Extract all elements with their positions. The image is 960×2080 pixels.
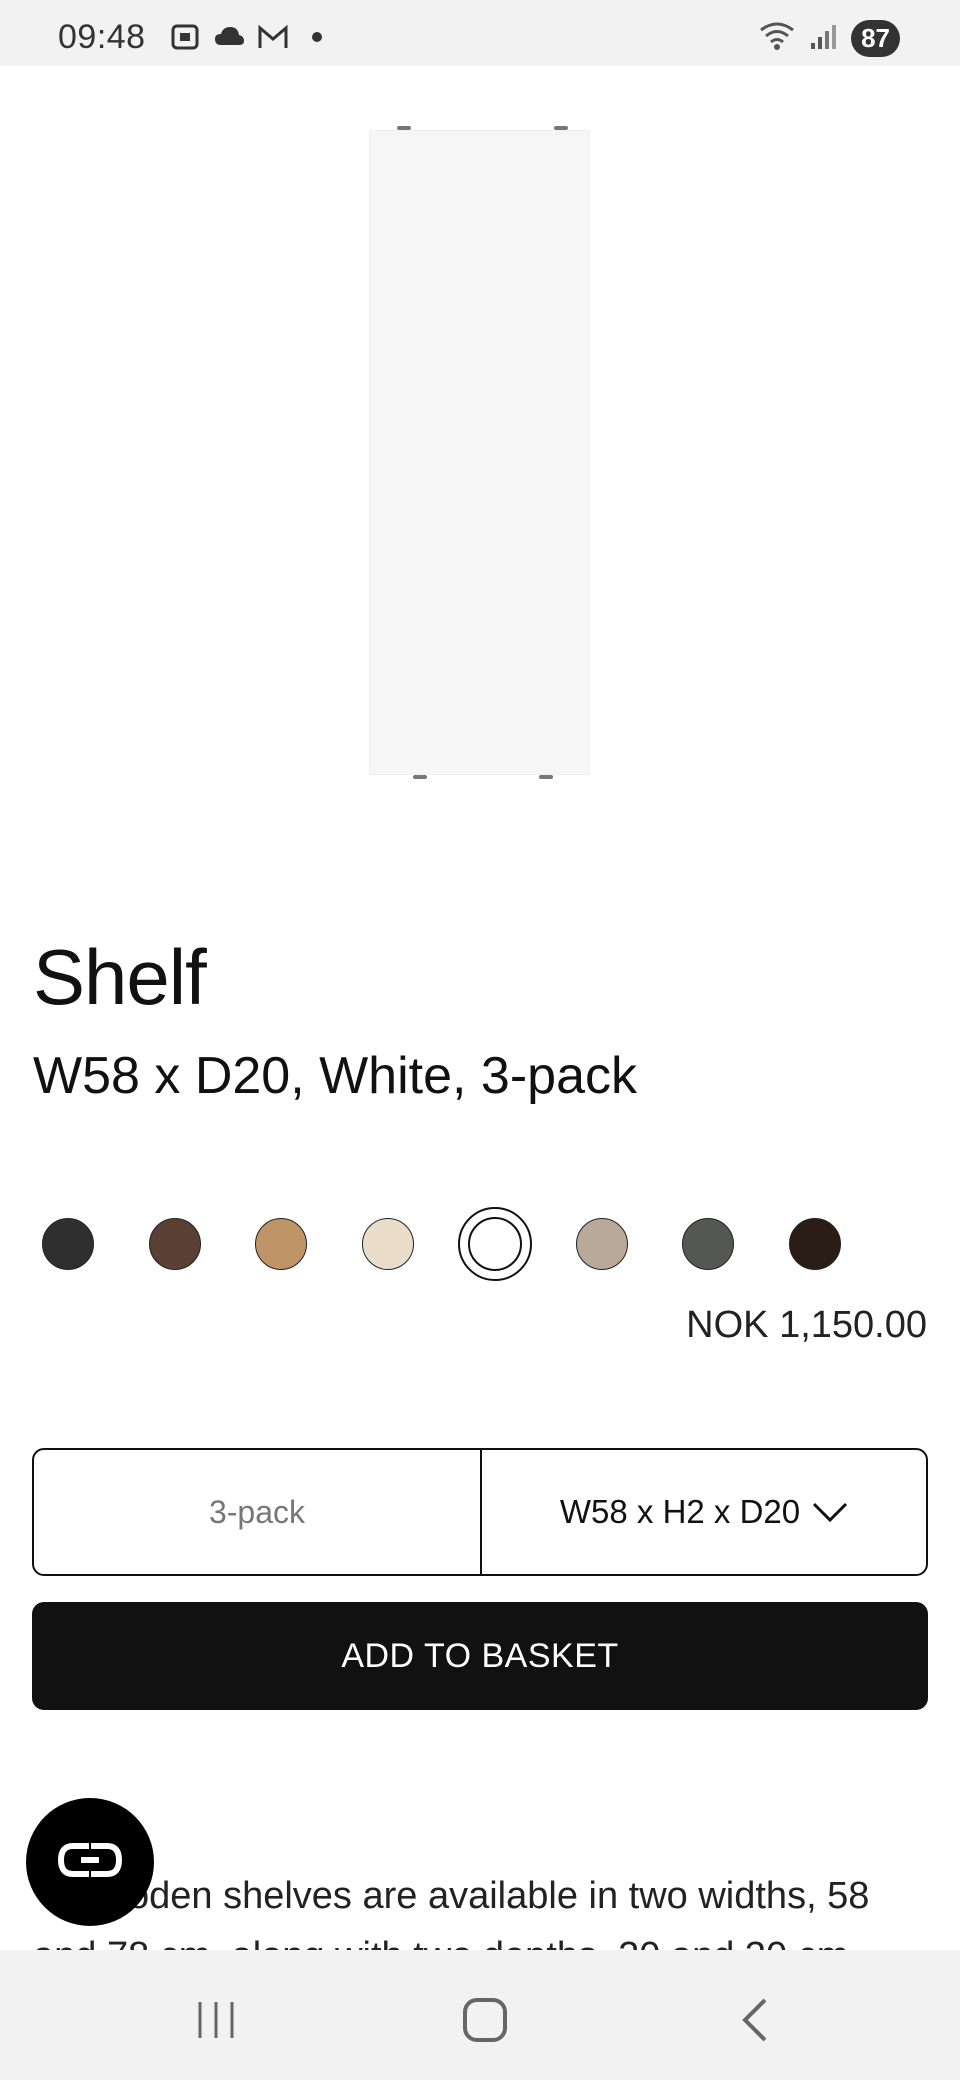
gmail-icon: [256, 22, 290, 52]
variant-selector: 3-pack W58 x H2 x D20: [32, 1448, 928, 1576]
product-price: NOK 1,150.00: [686, 1304, 927, 1346]
color-swatch-beige[interactable]: [362, 1218, 414, 1270]
battery-indicator: 87: [851, 20, 900, 57]
dot-icon: [300, 22, 334, 52]
back-icon[interactable]: [725, 1990, 785, 2050]
status-icons-left: [168, 22, 334, 52]
color-swatch-grey[interactable]: [682, 1218, 734, 1270]
color-swatch-oak[interactable]: [255, 1218, 307, 1270]
color-swatch-black[interactable]: [42, 1218, 94, 1270]
wifi-icon: [757, 20, 797, 57]
color-swatches: [0, 1194, 960, 1294]
description-line: and 78 cm, along with two depths, 20 and…: [33, 1926, 933, 1950]
color-swatch-walnut[interactable]: [789, 1218, 841, 1270]
color-swatch-white[interactable]: [458, 1207, 532, 1281]
signal-icon: [809, 21, 839, 56]
shelf-clip: [539, 775, 553, 779]
status-bar: 09:48 87: [0, 0, 960, 66]
product-image: [369, 126, 590, 779]
chevron-down-icon: [812, 1493, 848, 1531]
cloud-icon: [212, 22, 246, 52]
status-right: 87: [757, 20, 900, 57]
color-swatch-dark-brown[interactable]: [149, 1218, 201, 1270]
product-description: oden shelves are available in two widths…: [33, 1866, 933, 1950]
status-time: 09:48: [58, 18, 146, 56]
size-dropdown[interactable]: W58 x H2 x D20: [482, 1450, 926, 1574]
shelf-clip: [413, 775, 427, 779]
product-page: Shelf W58 x D20, White, 3-pack NOK 1,150…: [0, 66, 960, 1950]
system-nav-bar: [0, 1950, 960, 2080]
screenshot-icon: [168, 22, 202, 52]
color-swatch-taupe[interactable]: [576, 1218, 628, 1270]
product-title: Shelf: [33, 933, 207, 1021]
description-line: oden shelves are available in two widths…: [128, 1875, 870, 1917]
shelf-clip: [397, 126, 411, 130]
shelf-clip: [554, 126, 568, 130]
selected-swatch-inner: [468, 1217, 522, 1271]
chat-icon: [55, 1840, 125, 1885]
product-subtitle: W58 x D20, White, 3-pack: [33, 1047, 637, 1105]
add-to-basket-button[interactable]: ADD TO BASKET: [32, 1602, 928, 1710]
chat-button[interactable]: [26, 1798, 154, 1926]
recents-icon[interactable]: [186, 1990, 246, 2050]
home-icon[interactable]: [455, 1990, 515, 2050]
pack-option[interactable]: 3-pack: [34, 1450, 482, 1574]
size-dropdown-label: W58 x H2 x D20: [559, 1493, 801, 1530]
